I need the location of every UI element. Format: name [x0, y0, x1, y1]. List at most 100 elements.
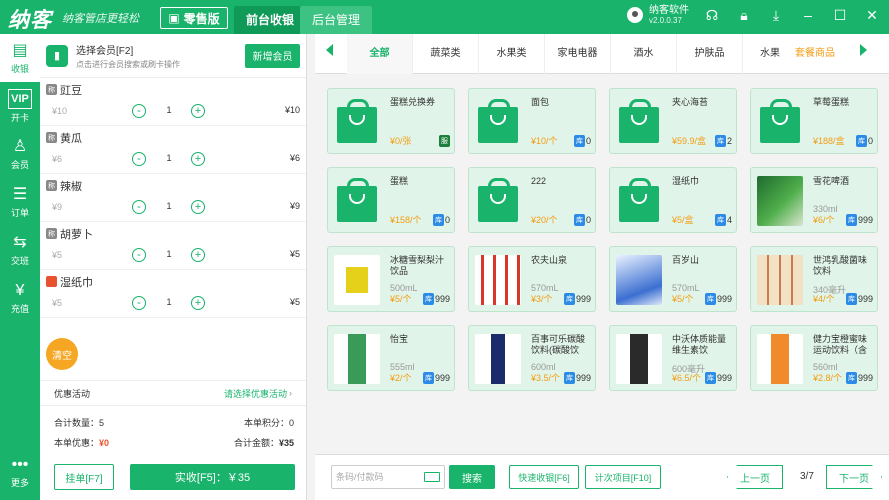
tab-front-cashier[interactable]: 前台收银	[234, 6, 307, 34]
product-card[interactable]: 蛋糕 ¥158/个库 0	[327, 167, 455, 233]
product-photo	[614, 334, 664, 384]
product-card[interactable]: 百事可乐碳酸饮料(碳酸饮 600ml ¥3.5/个库 999	[468, 325, 596, 391]
member-card-icon: ▮	[46, 44, 68, 67]
cart-item-qty[interactable]: 1	[162, 153, 176, 163]
cart-item[interactable]: 普 湿纸巾 ¥5 - 1 + ¥5	[40, 270, 306, 318]
product-card[interactable]: 蛋糕兑换券 ¥0/张 服	[327, 88, 455, 154]
download-icon[interactable]: ⤓	[767, 7, 785, 24]
close-icon[interactable]: ✕	[863, 7, 881, 24]
product-card[interactable]: 湿纸巾 ¥5/盒 库 4	[609, 167, 737, 233]
cart-item-qty[interactable]: 1	[162, 201, 176, 211]
product-price: ¥3/个	[531, 294, 553, 304]
cart-item-qty[interactable]: 1	[162, 105, 176, 115]
increase-qty-button[interactable]: +	[191, 296, 205, 310]
stock-badge: 库	[432, 214, 444, 226]
lock-icon[interactable]: 🔒︎	[735, 7, 753, 24]
more-icon: •••	[11, 455, 29, 473]
cart-item-qty[interactable]: 1	[162, 297, 176, 307]
product-card[interactable]: 世鸿乳酸菌味饮料 340毫升 ¥4/个库 999	[750, 246, 878, 312]
promo-select-link[interactable]: 请选择优惠活动	[224, 387, 287, 400]
decrease-qty-button[interactable]: -	[132, 104, 146, 118]
stock-badge: 库	[563, 293, 575, 305]
cart-item[interactable]: 称 胡萝卜 ¥5 - 1 + ¥5	[40, 222, 306, 270]
search-placeholder: 条码/付款码	[336, 472, 384, 482]
promo-row[interactable]: 优惠活动 请选择优惠活动 ›	[40, 380, 306, 406]
category-next-arrow-icon[interactable]	[860, 44, 867, 56]
product-card[interactable]: 草莓蛋糕 ¥188/盒库 0	[750, 88, 878, 154]
category-tab-vegetables[interactable]: 蔬菜类	[413, 34, 479, 74]
increase-qty-button[interactable]: +	[191, 200, 205, 214]
cart-item-qty[interactable]: 1	[162, 249, 176, 259]
sidebar-item-cashier[interactable]: ▤ 收银	[0, 34, 40, 82]
stock-badge: 库	[704, 293, 716, 305]
category-tab-package[interactable]: 套餐商品	[785, 34, 845, 74]
sidebar-item-order[interactable]: ☰ 订单	[0, 178, 40, 226]
sidebar-item-recharge[interactable]: ¥ 充值	[0, 274, 40, 322]
product-card[interactable]: 百岁山 570mL ¥5/个库 999	[609, 246, 737, 312]
next-page-button[interactable]: 下一页	[826, 465, 882, 489]
product-card[interactable]: 夹心海苔 ¥59.9/盒库 2	[609, 88, 737, 154]
product-stock: 库0	[855, 135, 873, 147]
stock-count: 0	[585, 136, 591, 146]
product-card[interactable]: 冰糖雪梨梨汁饮品 500mL ¥5/个库 999	[327, 246, 455, 312]
cart-item[interactable]: 称 黄瓜 ¥6 - 1 + ¥6	[40, 126, 306, 174]
search-button[interactable]: 搜索	[449, 465, 495, 489]
product-card[interactable]: 雪花啤酒 330ml ¥6/个库 999	[750, 167, 878, 233]
pay-button[interactable]: 实收[F5]：￥35	[130, 464, 295, 490]
stock-badge: 库	[845, 214, 857, 226]
product-stock: 库 999	[845, 293, 873, 305]
product-photo-image	[616, 334, 662, 384]
product-photo	[473, 334, 523, 384]
category-tab-appliances[interactable]: 家电电器	[545, 34, 611, 74]
decrease-qty-button[interactable]: -	[132, 152, 146, 166]
product-card[interactable]: 中沃体质能量维生素饮 600毫升 ¥6.5/个库 999	[609, 325, 737, 391]
product-card[interactable]: 农夫山泉 570mL ¥3/个库 999	[468, 246, 596, 312]
increase-qty-button[interactable]: +	[191, 104, 205, 118]
product-card[interactable]: 222 ¥20/个 库 0	[468, 167, 596, 233]
decrease-qty-button[interactable]: -	[132, 248, 146, 262]
minimize-icon[interactable]: –	[799, 7, 817, 24]
weigh-tag: 称	[46, 228, 57, 239]
prev-page-button[interactable]: 上一页	[727, 465, 783, 489]
count-item-button[interactable]: 计次项目[F10]	[585, 465, 661, 489]
member-select[interactable]: ▮ 选择会员[F2] 点击进行会员搜索或刷卡操作 新增会员	[40, 34, 306, 78]
product-price: ¥5/盒	[672, 215, 694, 225]
user-info[interactable]: 纳客软件 v2.0.0.37	[627, 5, 689, 25]
sidebar-item-member[interactable]: ♙ 会员	[0, 130, 40, 178]
increase-qty-button[interactable]: +	[191, 248, 205, 262]
decrease-qty-button[interactable]: -	[132, 296, 146, 310]
tab-back-management[interactable]: 后台管理	[300, 6, 373, 34]
headset-icon[interactable]: ☊	[703, 7, 721, 24]
vip-icon: VIP	[8, 88, 32, 109]
bag-shape	[478, 178, 518, 222]
stock-badge: 库	[855, 135, 867, 147]
edition-badge[interactable]: ▣ 零售版	[160, 7, 228, 29]
product-price: ¥3.5/个	[531, 373, 561, 383]
stock-count: 999	[857, 373, 873, 383]
normal-tag: 普	[46, 276, 57, 287]
cart-item[interactable]: 称 豇豆 ¥10 - 1 + ¥10	[40, 78, 306, 126]
category-tab-skincare[interactable]: 护肤品	[677, 34, 743, 74]
decrease-qty-button[interactable]: -	[132, 200, 146, 214]
barcode-search-input[interactable]: 条码/付款码	[331, 465, 445, 489]
category-tab-fruit-class[interactable]: 水果类	[479, 34, 545, 74]
sidebar-item-more[interactable]: ••• 更多	[0, 448, 40, 496]
sidebar-item-shift[interactable]: ⇆ 交班	[0, 226, 40, 274]
product-card[interactable]: 健力宝橙蜜味运动饮料（含 560ml ¥2.8/个库 999	[750, 325, 878, 391]
clear-cart-button[interactable]: 清空	[46, 338, 78, 370]
cart-item-name: 胡萝卜	[60, 229, 93, 241]
sidebar-item-open-card[interactable]: VIP 开卡	[0, 82, 40, 130]
cart-item[interactable]: 称 辣椒 ¥9 - 1 + ¥9	[40, 174, 306, 222]
maximize-icon[interactable]: ☐	[831, 7, 849, 24]
category-tab-drinks[interactable]: 酒水	[611, 34, 677, 74]
hang-order-button[interactable]: 挂单[F7]	[54, 464, 114, 490]
add-member-button[interactable]: 新增会员	[245, 43, 300, 68]
category-prev-arrow-icon[interactable]	[326, 44, 333, 56]
product-card[interactable]: 面包 ¥10/个 库 0	[468, 88, 596, 154]
shopping-bag-icon	[614, 97, 664, 147]
category-tab-all[interactable]: 全部	[347, 34, 413, 74]
increase-qty-button[interactable]: +	[191, 152, 205, 166]
quick-cash-button[interactable]: 快速收银[F6]	[509, 465, 579, 489]
keyboard-icon[interactable]	[424, 472, 440, 482]
product-card[interactable]: 怡宝 555ml ¥2/个库 999	[327, 325, 455, 391]
